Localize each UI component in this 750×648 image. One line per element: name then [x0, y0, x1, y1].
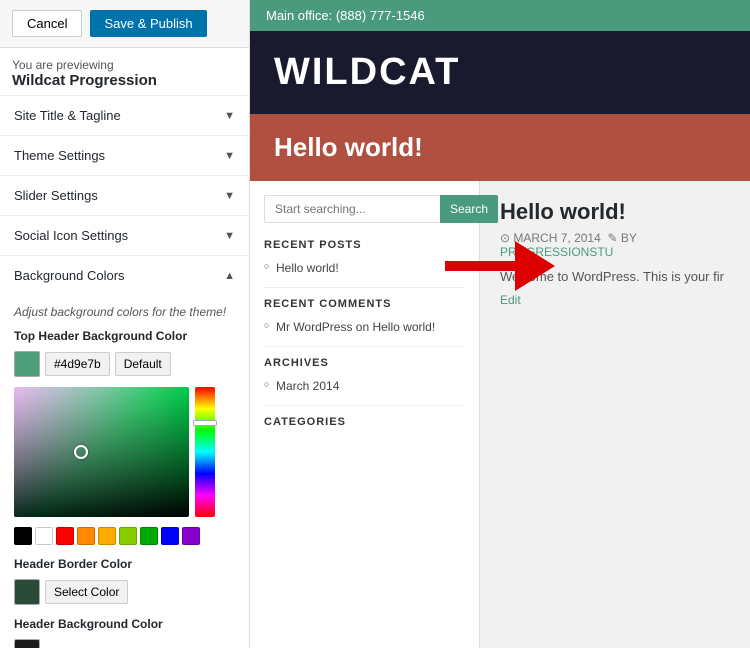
left-panel: Cancel Save & Publish You are previewing…: [0, 0, 250, 648]
page-title-bar: Hello world!: [250, 114, 750, 181]
post-excerpt: Welcome to WordPress. This is your fir: [500, 269, 730, 284]
post-date: MARCH 7, 2014: [513, 231, 600, 245]
header-bg-color-title: Header Background Color: [14, 617, 235, 631]
color-swatch[interactable]: [56, 527, 74, 545]
categories-title: CATEGORIES: [264, 416, 465, 428]
previewing-title: Wildcat Progression: [12, 72, 237, 89]
header-bg-buttons: [14, 639, 235, 648]
search-input[interactable]: [264, 195, 440, 223]
phone-number: Main office: (888) 777-1546: [266, 8, 425, 23]
recent-comments-title: RECENT COMMENTS: [264, 298, 465, 310]
accordion-theme-settings-label: Theme Settings: [14, 148, 105, 163]
color-swatches-row: [14, 527, 235, 545]
right-panel: Main office: (888) 777-1546 WILDCaT Hell…: [250, 0, 750, 648]
color-swatch[interactable]: [77, 527, 95, 545]
top-buttons-bar: Cancel Save & Publish: [0, 0, 249, 48]
search-row: Search: [264, 195, 465, 223]
chevron-down-icon: ▼: [224, 110, 235, 122]
recent-comment-item: Mr WordPress on Hello world!: [264, 318, 465, 336]
default-color-button[interactable]: Default: [115, 352, 171, 376]
accordion-theme-settings: Theme Settings ▼: [0, 136, 249, 176]
accordion-slider-settings: Slider Settings ▼: [0, 176, 249, 216]
post-date-icon: ⊙: [500, 231, 513, 245]
post-meta: ⊙ MARCH 7, 2014 ✎ BY PROGRESSIONSTU: [500, 231, 730, 259]
recent-posts-title: RECENT POSTS: [264, 239, 465, 251]
widget-divider-2: [264, 346, 465, 347]
categories-widget: CATEGORIES: [264, 416, 465, 428]
chevron-down-icon: ▼: [224, 150, 235, 162]
left-content-sidebar: Search RECENT POSTS Hello world! RECENT …: [250, 181, 480, 648]
archives-title: ARCHIVES: [264, 357, 465, 369]
accordion-social-icon-label: Social Icon Settings: [14, 228, 128, 243]
accordion-social-icon-header[interactable]: Social Icon Settings ▼: [0, 216, 249, 255]
accordion-theme-settings-header[interactable]: Theme Settings ▼: [0, 136, 249, 175]
accordion-slider-settings-label: Slider Settings: [14, 188, 98, 203]
header-border-section: Header Border Color Select Color: [14, 557, 235, 605]
recent-post-item[interactable]: Hello world!: [264, 259, 465, 277]
hue-slider-thumb: [193, 420, 217, 426]
color-picker-handle[interactable]: [74, 445, 88, 459]
post-title: Hello world!: [500, 199, 730, 225]
color-gradient-picker[interactable]: [14, 387, 189, 517]
header-border-color-buttons: Select Color: [14, 579, 235, 605]
hex-value-button[interactable]: #4d9e7b: [45, 352, 110, 376]
color-swatch[interactable]: [182, 527, 200, 545]
site-header: WILDCaT: [250, 31, 750, 114]
color-swatch[interactable]: [98, 527, 116, 545]
chevron-down-icon: ▼: [224, 230, 235, 242]
previewing-label: You are previewing: [12, 58, 237, 72]
top-bar: Main office: (888) 777-1546: [250, 0, 750, 31]
archive-item[interactable]: March 2014: [264, 377, 465, 395]
widget-divider-3: [264, 405, 465, 406]
accordion-site-title: Site Title & Tagline ▼: [0, 96, 249, 136]
right-content-main: Hello world! ⊙ MARCH 7, 2014 ✎ BY PROGRE…: [480, 181, 750, 648]
page-title: Hello world!: [274, 132, 726, 163]
site-logo: WILDCaT: [274, 51, 460, 94]
color-picker-area: [14, 387, 235, 517]
color-swatch[interactable]: [14, 527, 32, 545]
chevron-down-icon: ▼: [224, 190, 235, 202]
gradient-overlay: [14, 387, 189, 517]
color-swatch[interactable]: [35, 527, 53, 545]
hue-slider[interactable]: [195, 387, 215, 517]
top-header-color-buttons: #4d9e7b Default: [14, 351, 235, 377]
color-swatch[interactable]: [161, 527, 179, 545]
archives-widget: ARCHIVES March 2014: [264, 357, 465, 395]
accordion-bg-colors-header[interactable]: Background Colors ▲: [0, 256, 249, 295]
header-border-color-title: Header Border Color: [14, 557, 235, 571]
bg-colors-content: Adjust background colors for the theme! …: [0, 295, 249, 648]
content-area: Search RECENT POSTS Hello world! RECENT …: [250, 181, 750, 648]
header-bg-section: Header Background Color: [14, 617, 235, 648]
accordion-slider-settings-header[interactable]: Slider Settings ▼: [0, 176, 249, 215]
recent-comments-widget: RECENT COMMENTS Mr WordPress on Hello wo…: [264, 298, 465, 336]
widget-divider: [264, 287, 465, 288]
accordion-bg-colors: Background Colors ▲ Adjust background co…: [0, 256, 249, 648]
color-swatch[interactable]: [119, 527, 137, 545]
accordion-social-icon: Social Icon Settings ▼: [0, 216, 249, 256]
post-author: PROGRESSIONSTU: [500, 245, 613, 259]
by-label: ✎ BY: [604, 231, 637, 245]
save-publish-button[interactable]: Save & Publish: [90, 10, 206, 37]
recent-posts-widget: RECENT POSTS Hello world!: [264, 239, 465, 277]
header-border-swatch[interactable]: [14, 579, 40, 605]
cancel-button[interactable]: Cancel: [12, 10, 82, 37]
preview-section: You are previewing Wildcat Progression: [0, 48, 249, 96]
header-bg-swatch[interactable]: [14, 639, 40, 648]
accordion-bg-colors-label: Background Colors: [14, 268, 125, 283]
chevron-up-icon: ▲: [224, 270, 235, 282]
accordion-site-title-label: Site Title & Tagline: [14, 108, 121, 123]
edit-link[interactable]: Edit: [500, 293, 521, 307]
top-header-color-title: Top Header Background Color: [14, 329, 235, 343]
accordion-site-title-header[interactable]: Site Title & Tagline ▼: [0, 96, 249, 135]
header-border-select-button[interactable]: Select Color: [45, 580, 128, 604]
color-swatch[interactable]: [140, 527, 158, 545]
bg-adjust-description: Adjust background colors for the theme!: [14, 305, 235, 319]
current-color-swatch[interactable]: [14, 351, 40, 377]
